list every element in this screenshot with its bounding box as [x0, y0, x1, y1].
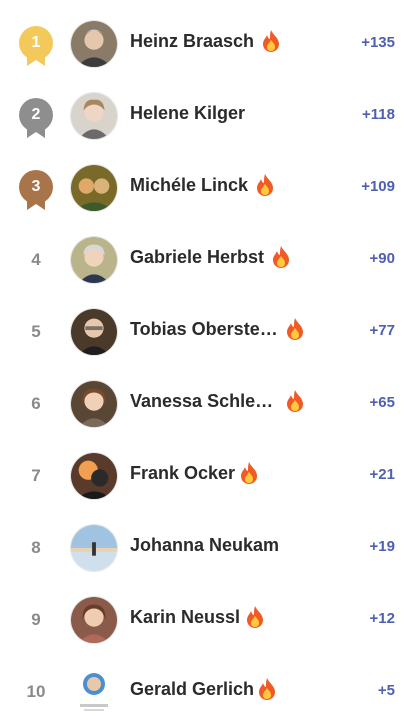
flame-icon — [263, 30, 279, 52]
leaderboard-row[interactable]: 6 Vanessa Schle… +65 — [0, 366, 415, 438]
user-name: Karin Neussl — [130, 607, 241, 627]
avatar — [70, 524, 118, 572]
avatar — [70, 596, 118, 644]
user-name: Vanessa Schle… — [130, 391, 274, 411]
rank-number: 9 — [31, 610, 41, 629]
flame-icon — [257, 174, 273, 196]
leaderboard-row[interactable]: 4 Gabriele Herbst +90 — [0, 222, 415, 294]
leaderboard-row[interactable]: 7 Frank Ocker +21 — [0, 438, 415, 510]
rank-number: 2 — [19, 98, 53, 132]
rank-number: 3 — [19, 170, 53, 204]
rank-number: 4 — [31, 250, 41, 269]
avatar — [70, 92, 118, 140]
medal-silver-icon: 2 — [18, 98, 54, 140]
user-name: Tobias Oberste… — [130, 319, 278, 339]
flame-icon — [241, 462, 257, 484]
leaderboard-row[interactable]: 5 Tobias Oberste… +77 — [0, 294, 415, 366]
flame-icon — [259, 678, 275, 700]
points-value: +109 — [361, 178, 395, 195]
rank-number: 5 — [31, 322, 41, 341]
points-value: +12 — [369, 610, 395, 627]
user-name: Heinz Braasch — [130, 31, 255, 51]
avatar — [70, 20, 118, 68]
points-value: +5 — [377, 682, 395, 699]
points-value: +65 — [369, 394, 395, 411]
rank-number: 6 — [31, 394, 41, 413]
leaderboard-row[interactable]: 1 Heinz Braasch +135 — [0, 6, 415, 78]
user-name: Johanna Neukam — [130, 535, 280, 555]
flame-icon — [247, 606, 263, 628]
leaderboard-list: 1 Heinz Braasch +135 2 Helene Kilger +11… — [0, 0, 415, 720]
avatar — [70, 308, 118, 356]
avatar — [70, 668, 118, 716]
points-value: +77 — [369, 322, 395, 339]
medal-bronze-icon: 3 — [18, 170, 54, 212]
leaderboard-row[interactable]: 8 Johanna Neukam +19 — [0, 510, 415, 582]
avatar — [70, 452, 118, 500]
flame-icon — [273, 246, 289, 268]
points-value: +21 — [369, 466, 395, 483]
avatar — [70, 236, 118, 284]
rank-number: 10 — [26, 682, 46, 701]
leaderboard-row[interactable]: 10 Gerald Gerlich +5 — [0, 654, 415, 726]
points-value: +135 — [361, 34, 395, 51]
points-value: +118 — [362, 106, 395, 123]
points-value: +19 — [369, 538, 395, 555]
leaderboard-row[interactable]: 9 Karin Neussl +12 — [0, 582, 415, 654]
rank-number: 1 — [19, 26, 53, 60]
medal-gold-icon: 1 — [18, 26, 54, 68]
points-value: +90 — [369, 250, 395, 267]
user-name: Frank Ocker — [130, 463, 236, 483]
leaderboard-row[interactable]: 3 Michéle Linck +109 — [0, 150, 415, 222]
avatar — [70, 164, 118, 212]
user-name: Gerald Gerlich — [130, 679, 255, 699]
leaderboard-row[interactable]: 2 Helene Kilger +118 — [0, 78, 415, 150]
user-name: Gabriele Herbst — [130, 247, 265, 267]
rank-number: 8 — [31, 538, 41, 557]
user-name: Michéle Linck — [130, 175, 249, 195]
avatar — [70, 380, 118, 428]
user-name: Helene Kilger — [130, 103, 246, 123]
rank-number: 7 — [31, 466, 41, 485]
flame-icon — [287, 318, 303, 340]
flame-icon — [287, 390, 303, 412]
